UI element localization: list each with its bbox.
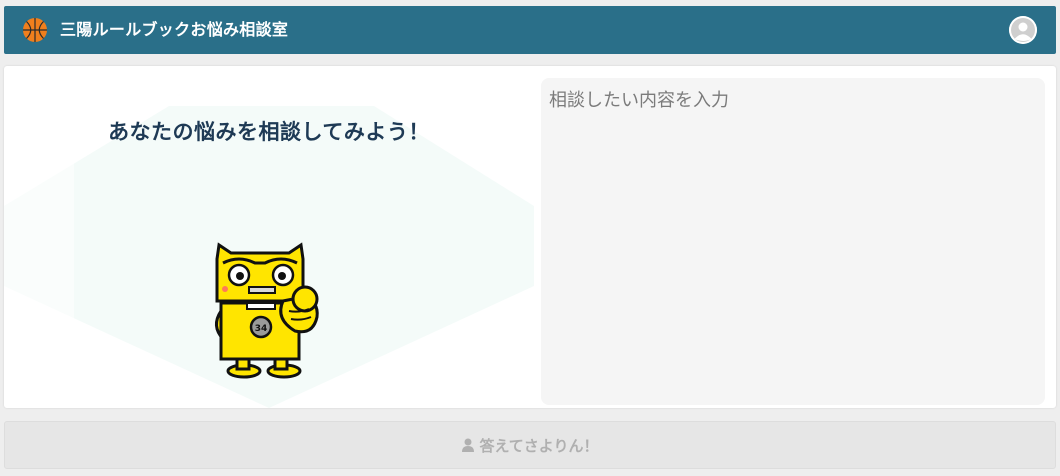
prompt-heading: あなたの悩みを相談してみよう！ [108,120,430,144]
person-icon [461,438,474,452]
submit-button[interactable]: 答えてさよりん！ [4,421,1056,469]
app-header: 三陽ルールブックお悩み相談室 [4,6,1056,54]
mascot-badge: 34 [255,324,268,334]
consult-input[interactable] [541,78,1045,405]
mascot-illustration: 34 [215,242,319,379]
consult-card: あなたの悩みを相談してみよう！ 34 [4,66,1056,408]
user-avatar-icon[interactable] [1009,16,1037,44]
submit-button-label: 答えてさよりん！ [479,436,599,455]
mascot-panel: あなたの悩みを相談してみよう！ 34 [4,66,534,408]
basketball-icon[interactable] [22,17,48,43]
app-title: 三陽ルールブックお悩み相談室 [60,20,289,39]
